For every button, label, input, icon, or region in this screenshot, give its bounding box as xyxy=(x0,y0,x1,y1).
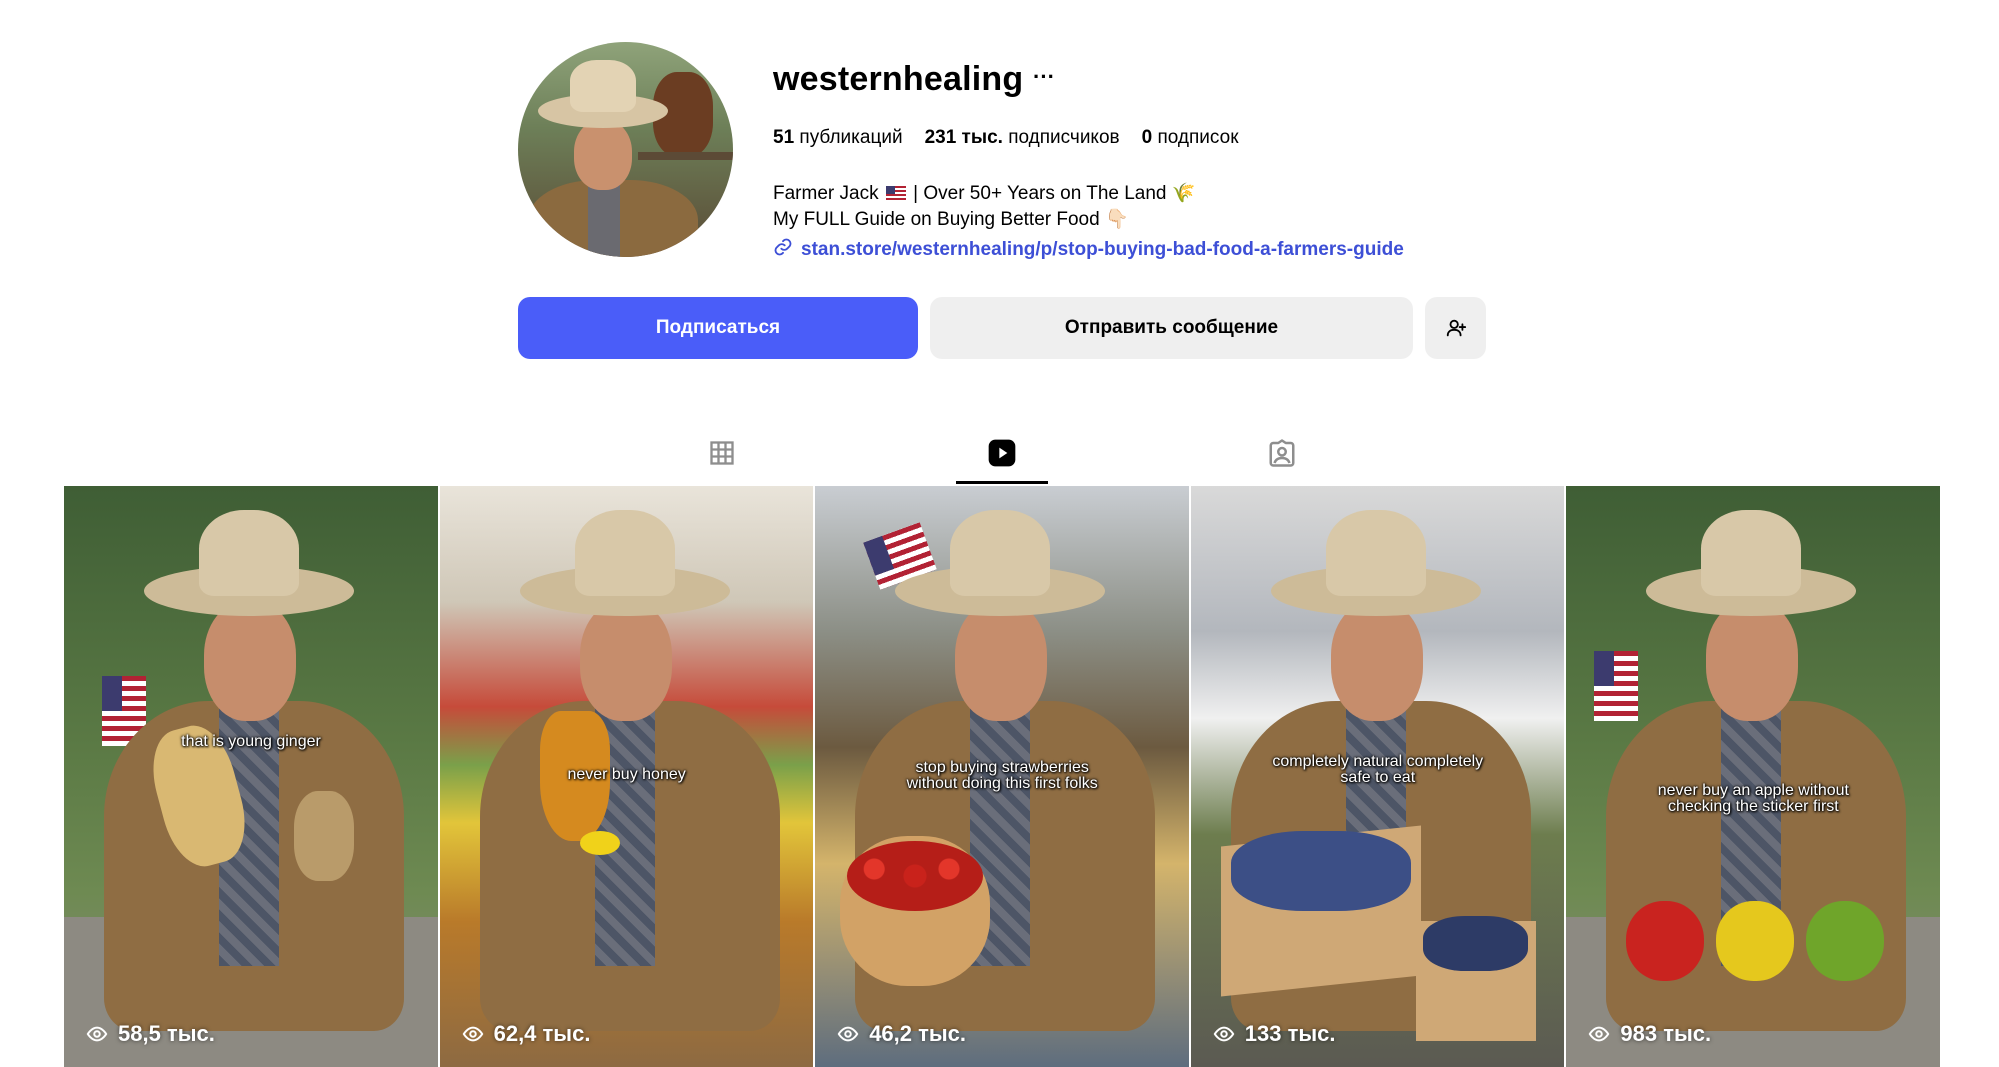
bio-line-1-name: Farmer Jack xyxy=(773,183,879,204)
reel-caption-line: without doing this first folks xyxy=(906,775,1098,792)
reel-view-count: 133 тыс. xyxy=(1244,1021,1336,1046)
reel-view-count: 62,4 тыс. xyxy=(493,1021,591,1046)
avatar-shirt xyxy=(588,182,620,257)
tab-reels[interactable] xyxy=(956,420,1048,486)
reel-view-count: 983 тыс. xyxy=(1620,1021,1712,1046)
play-icon xyxy=(462,1026,483,1042)
reel-hat-crown xyxy=(199,510,299,596)
reel-caption-line: checking the sticker first xyxy=(1668,798,1839,815)
reel-caption: completely natural completely safe to ea… xyxy=(1191,754,1565,786)
profile-tabs xyxy=(0,420,1999,486)
profile-link-text: stan.store/westernhealing/p/stop-buying-… xyxy=(801,239,1404,260)
honey-cap-prop xyxy=(579,831,620,855)
reel-views: 133 тыс. xyxy=(1213,1021,1336,1047)
reel-caption: stop buying strawberries without doing t… xyxy=(815,760,1189,792)
grid-icon xyxy=(710,441,734,465)
following-stat[interactable]: 0 подписок xyxy=(1142,127,1239,149)
reel-item[interactable]: stop buying strawberries without doing t… xyxy=(815,486,1189,1067)
more-options-icon[interactable]: ··· xyxy=(1033,64,1055,90)
blueberries-prop xyxy=(1230,831,1411,911)
posts-count: 51 xyxy=(773,127,795,148)
reel-caption: that is young ginger xyxy=(64,734,438,750)
reel-view-count: 46,2 тыс. xyxy=(869,1021,967,1046)
reels-grid: that is young ginger 58,5 тыс. never buy… xyxy=(64,486,1940,1067)
reel-hat-crown xyxy=(1325,510,1426,596)
reel-views: 46,2 тыс. xyxy=(837,1021,966,1047)
reel-caption-text: never buy honey xyxy=(567,766,686,783)
avatar-face xyxy=(574,120,632,190)
reel-caption-line: completely natural completely xyxy=(1272,753,1484,770)
reel-face xyxy=(579,601,672,721)
reel-caption: never buy honey xyxy=(440,767,814,783)
profile-page: westernhealing ··· 51 публикаций 231 тыс… xyxy=(0,0,1999,1067)
profile-username: westernhealing xyxy=(773,60,1024,98)
bio-line-1-text: | Over 50+ Years on The Land 🌾 xyxy=(913,183,1196,204)
reel-hat-crown xyxy=(574,510,675,596)
followers-label: подписчиков xyxy=(1008,127,1120,148)
reel-views: 62,4 тыс. xyxy=(462,1021,591,1047)
posts-stat: 51 публикаций xyxy=(773,127,903,149)
reel-face xyxy=(1330,601,1423,721)
reel-caption-line: safe to eat xyxy=(1340,769,1416,786)
play-icon xyxy=(86,1026,108,1042)
send-message-button[interactable]: Отправить сообщение xyxy=(930,297,1413,359)
blueberries-prop xyxy=(1422,916,1528,971)
bio-line-2: My FULL Guide on Buying Better Food 👇🏻 xyxy=(773,209,1129,230)
tagged-icon xyxy=(1269,439,1295,467)
reel-face xyxy=(955,601,1048,721)
bio-line-1: Farmer Jack | Over 50+ Years on The Land… xyxy=(773,181,1195,207)
add-person-icon xyxy=(1446,319,1466,337)
posts-label: публикаций xyxy=(799,127,903,148)
reel-item[interactable]: never buy honey 62,4 тыс. xyxy=(439,486,814,1067)
ginger-prop xyxy=(294,791,354,881)
reel-view-count: 58,5 тыс. xyxy=(118,1021,215,1046)
red-apple-prop xyxy=(1626,901,1705,981)
yellow-apple-prop xyxy=(1716,901,1795,981)
follow-button[interactable]: Подписаться xyxy=(518,297,918,359)
profile-bio: Farmer Jack | Over 50+ Years on The Land… xyxy=(773,181,1195,233)
play-icon xyxy=(1213,1026,1235,1042)
profile-link[interactable]: stan.store/westernhealing/p/stop-buying-… xyxy=(773,237,1404,263)
reel-caption-line: stop buying strawberries xyxy=(915,759,1089,776)
reel-face xyxy=(1706,601,1799,721)
reel-face xyxy=(204,601,296,721)
following-count: 0 xyxy=(1141,127,1153,148)
reel-views: 983 тыс. xyxy=(1588,1021,1711,1047)
reel-item[interactable]: completely natural completely safe to ea… xyxy=(1190,486,1565,1067)
avatar-hat-crown xyxy=(570,60,636,112)
link-icon xyxy=(773,237,793,263)
reels-icon xyxy=(988,439,1016,467)
following-label: подписок xyxy=(1157,127,1239,148)
reel-caption: never buy an apple without checking the … xyxy=(1566,783,1940,815)
play-icon xyxy=(837,1026,859,1042)
reel-caption-line: never buy an apple without xyxy=(1657,782,1849,799)
green-apple-prop xyxy=(1806,901,1885,981)
reel-hat-crown xyxy=(1701,510,1802,596)
reel-item[interactable]: that is young ginger 58,5 тыс. xyxy=(64,486,438,1067)
us-flag-icon xyxy=(1594,651,1639,721)
followers-count: 231 тыс. xyxy=(924,127,1003,148)
reel-hat-crown xyxy=(950,510,1051,596)
reel-item[interactable]: never buy an apple without checking the … xyxy=(1566,486,1940,1067)
tab-posts[interactable] xyxy=(676,420,768,486)
reel-views: 58,5 тыс. xyxy=(86,1021,215,1047)
strawberries-prop xyxy=(847,841,984,911)
followers-stat[interactable]: 231 тыс. подписчиков xyxy=(925,127,1120,149)
profile-avatar[interactable] xyxy=(518,42,733,257)
profile-stats: 51 публикаций 231 тыс. подписчиков 0 под… xyxy=(773,127,1239,149)
play-icon xyxy=(1589,1026,1610,1042)
us-flag-icon xyxy=(885,186,906,200)
suggested-users-button[interactable] xyxy=(1425,297,1486,359)
avatar-fence xyxy=(638,152,733,160)
reel-caption-text: that is young ginger xyxy=(181,733,321,750)
tab-tagged[interactable] xyxy=(1236,420,1328,486)
